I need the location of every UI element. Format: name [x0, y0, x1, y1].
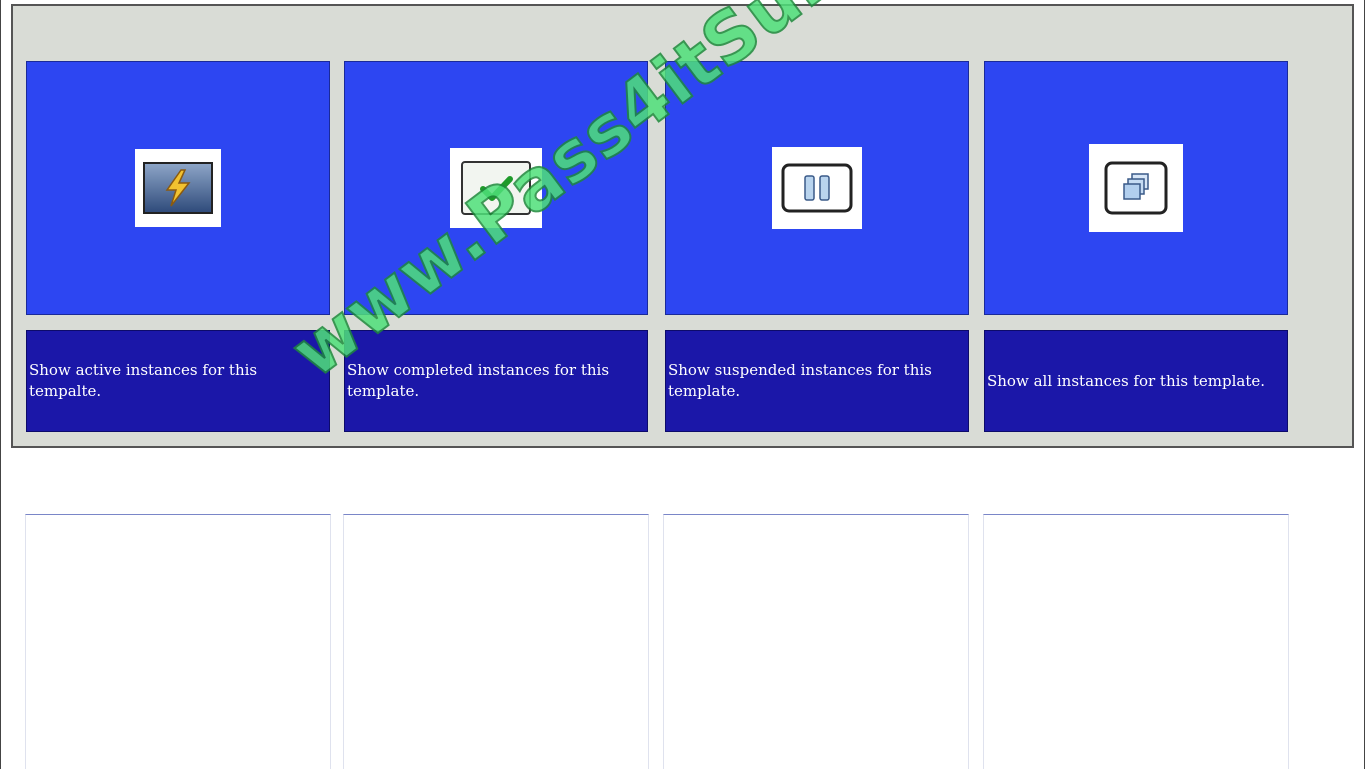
completed-instances-description: Show completed instances for this templa… — [344, 330, 648, 432]
checkmark-icon — [461, 161, 531, 215]
result-panel-2 — [343, 514, 649, 769]
result-panel-4 — [983, 514, 1289, 769]
description-text: Show all instances for this template. — [987, 371, 1266, 390]
result-panel-1 — [25, 514, 331, 769]
all-instances-description: Show all instances for this template. — [984, 330, 1288, 432]
show-completed-instances-tile[interactable] — [344, 61, 648, 315]
lightning-icon — [143, 162, 213, 214]
description-text: Show completed instances for this templa… — [347, 361, 610, 400]
active-instances-description: Show active instances for this tempalte. — [26, 330, 330, 432]
description-text: Show suspended instances for this templa… — [668, 361, 932, 400]
show-suspended-instances-tile[interactable] — [665, 61, 969, 315]
suspended-instances-description: Show suspended instances for this templa… — [665, 330, 969, 432]
completed-icon-frame — [450, 148, 542, 228]
show-all-instances-tile[interactable] — [984, 61, 1288, 315]
suspended-icon-frame — [772, 147, 862, 229]
stacked-windows-icon — [1104, 161, 1168, 215]
all-icon-frame — [1089, 144, 1183, 232]
result-panel-3 — [663, 514, 969, 769]
active-icon-frame — [135, 149, 221, 227]
page: Show active instances for this tempalte.… — [0, 0, 1365, 769]
description-text: Show active instances for this tempalte. — [29, 361, 258, 400]
pause-icon — [781, 163, 853, 213]
show-active-instances-tile[interactable] — [26, 61, 330, 315]
